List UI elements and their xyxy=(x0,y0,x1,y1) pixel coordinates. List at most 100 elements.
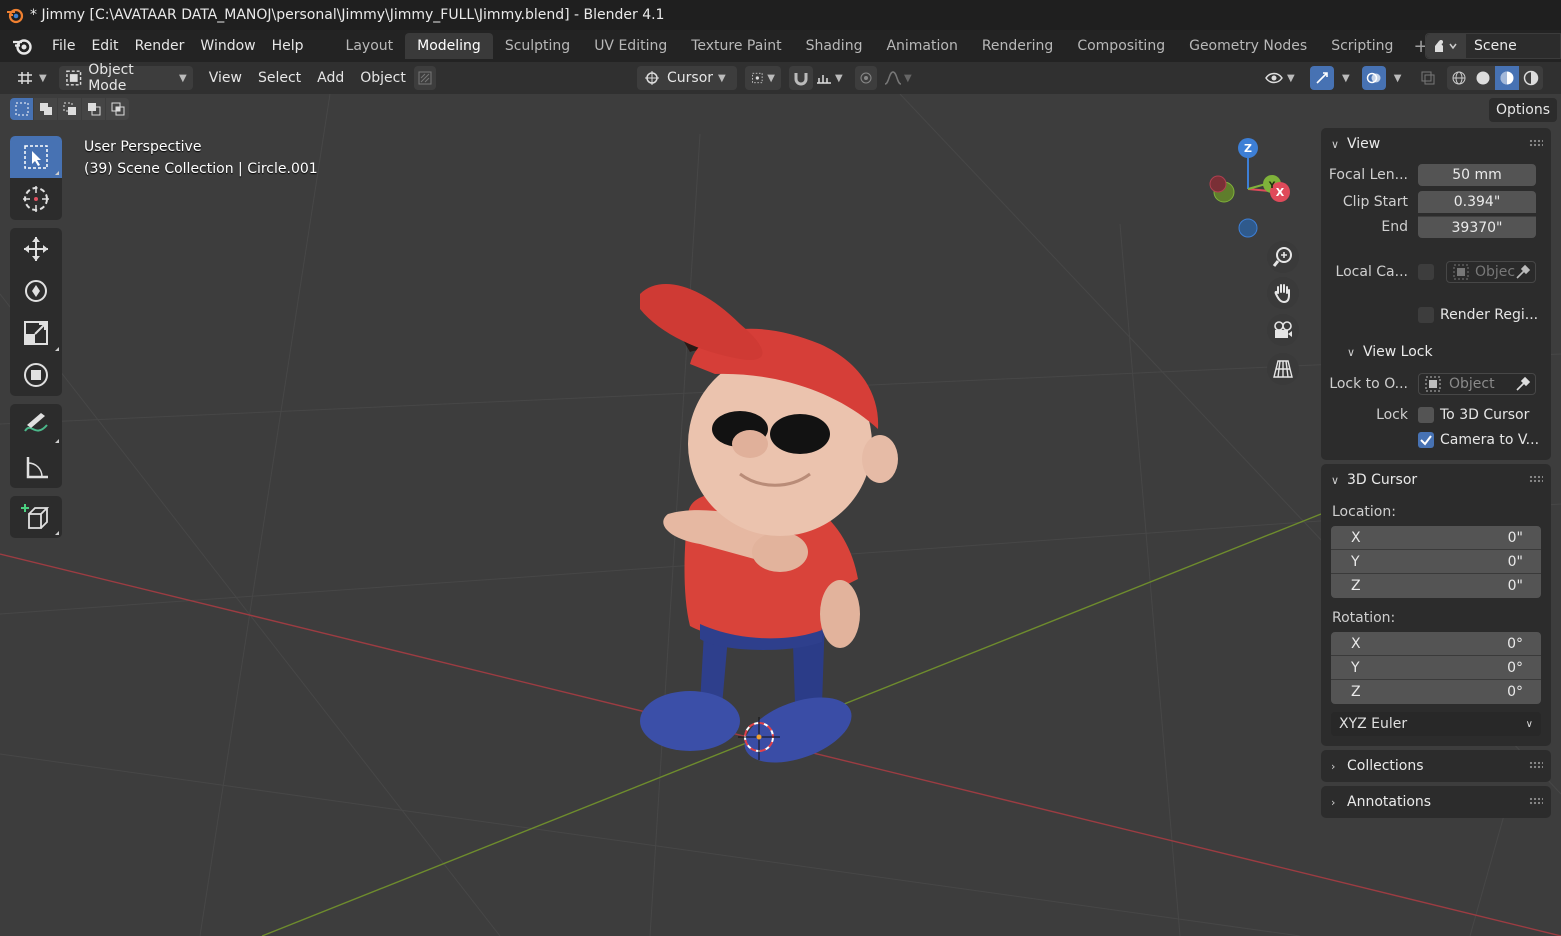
render-region-checkbox[interactable] xyxy=(1418,306,1434,323)
blender-menu-icon[interactable] xyxy=(12,35,34,57)
camera-view-button[interactable] xyxy=(1267,314,1299,346)
tab-sculpting[interactable]: Sculpting xyxy=(493,33,582,59)
tab-shading[interactable]: Shading xyxy=(794,33,875,59)
gizmo-neg-z[interactable] xyxy=(1238,218,1258,238)
options-button[interactable]: Options xyxy=(1488,98,1557,122)
collections-panel-header[interactable]: › Collections xyxy=(1321,750,1551,782)
xray-icon xyxy=(1421,71,1435,85)
menu-file[interactable]: File xyxy=(44,34,83,58)
eyedropper-icon[interactable] xyxy=(1515,264,1531,280)
menu-window[interactable]: Window xyxy=(192,34,263,58)
cursor-tool[interactable] xyxy=(10,178,62,220)
drag-handle-icon[interactable] xyxy=(1529,761,1543,769)
select-invert-mode-icon[interactable] xyxy=(82,98,105,120)
annotations-panel-header[interactable]: › Annotations xyxy=(1321,786,1551,818)
camera-to-view-checkbox[interactable] xyxy=(1418,431,1434,448)
tab-modeling[interactable]: Modeling xyxy=(405,33,493,59)
move-tool[interactable] xyxy=(10,228,62,270)
add-cube-tool[interactable] xyxy=(10,496,62,538)
tab-layout[interactable]: Layout xyxy=(334,33,406,59)
scene-selector[interactable]: Scene xyxy=(1425,33,1561,59)
tab-animation[interactable]: Animation xyxy=(874,33,969,59)
snap-target-button[interactable]: ▼ xyxy=(813,66,847,90)
clip-start-field[interactable]: 0.394" xyxy=(1418,190,1536,213)
tab-compositing[interactable]: Compositing xyxy=(1065,33,1177,59)
editor-type-button[interactable]: ▼ xyxy=(10,66,53,90)
rendered-shading-icon[interactable] xyxy=(1519,70,1543,86)
snap-toggle[interactable] xyxy=(789,66,813,90)
local-camera-checkbox[interactable] xyxy=(1418,263,1434,280)
transform-orientation-button[interactable]: ▼ xyxy=(745,66,781,90)
select-subtract-mode-icon[interactable] xyxy=(58,98,81,120)
select-box-mode-icon[interactable] xyxy=(10,98,33,120)
pan-button[interactable] xyxy=(1267,277,1299,309)
header-menu-select[interactable]: Select xyxy=(250,70,309,86)
annotations-panel: › Annotations xyxy=(1321,786,1551,818)
menu-render[interactable]: Render xyxy=(127,34,193,58)
rotation-y-field[interactable]: Y 0° xyxy=(1331,656,1541,680)
view-lock-header[interactable]: ∨ View Lock xyxy=(1321,335,1551,369)
scale-tool[interactable] xyxy=(10,312,62,354)
annotate-tool[interactable] xyxy=(10,404,62,446)
rotation-mode-value: XYZ Euler xyxy=(1339,716,1408,732)
tab-texture-paint[interactable]: Texture Paint xyxy=(679,33,793,59)
3d-cursor-panel-title: 3D Cursor xyxy=(1347,472,1418,488)
eyedropper-icon[interactable] xyxy=(1515,376,1531,392)
transform-icon xyxy=(24,363,48,387)
scene-name[interactable]: Scene xyxy=(1466,38,1517,54)
clip-end-field[interactable]: 39370" xyxy=(1418,215,1536,238)
axis-label: X xyxy=(1351,529,1361,546)
drag-handle-icon[interactable] xyxy=(1529,475,1543,483)
pivot-dropdown[interactable]: Cursor ▼ xyxy=(637,66,737,90)
measure-tool[interactable] xyxy=(10,446,62,488)
gizmo-icon xyxy=(1316,72,1328,84)
select-extend-mode-icon[interactable] xyxy=(34,98,57,120)
gizmo-toggle[interactable] xyxy=(1310,66,1334,90)
header-menu-view[interactable]: View xyxy=(201,70,250,86)
wireframe-shading-icon[interactable] xyxy=(1447,70,1471,86)
proportional-edit-toggle[interactable] xyxy=(855,66,877,90)
location-x-field[interactable]: X 0" xyxy=(1331,526,1541,550)
title-bar: * Jimmy [C:\AVATAAR DATA_MANOJ\personal\… xyxy=(0,0,1561,30)
tab-rendering[interactable]: Rendering xyxy=(970,33,1066,59)
rotation-z-field[interactable]: Z 0° xyxy=(1331,680,1541,704)
zoom-button[interactable] xyxy=(1267,241,1299,273)
material-shading-icon[interactable] xyxy=(1495,66,1520,90)
local-camera-field[interactable]: Objec xyxy=(1446,260,1536,283)
header-menu-object[interactable]: Object xyxy=(352,70,414,86)
location-z-field[interactable]: Z 0" xyxy=(1331,574,1541,598)
solid-shading-icon[interactable] xyxy=(1471,70,1495,86)
gizmo-neg-x[interactable] xyxy=(1209,175,1227,193)
tab-uv-editing[interactable]: UV Editing xyxy=(582,33,679,59)
menu-edit[interactable]: Edit xyxy=(83,34,126,58)
tab-geometry-nodes[interactable]: Geometry Nodes xyxy=(1177,33,1319,59)
rotate-tool[interactable] xyxy=(10,270,62,312)
lock-to-object-field[interactable]: Object xyxy=(1418,372,1536,395)
lock-to-cursor-checkbox[interactable] xyxy=(1418,406,1434,423)
perspective-toggle-button[interactable] xyxy=(1267,353,1299,385)
select-intersect-mode-icon[interactable] xyxy=(106,98,129,120)
3d-cursor-panel-header[interactable]: ∨ 3D Cursor xyxy=(1321,464,1551,496)
drag-handle-icon[interactable] xyxy=(1529,139,1543,147)
transform-tool[interactable] xyxy=(10,354,62,396)
object-mode-icon xyxy=(65,70,81,86)
visibility-button[interactable]: ▼ xyxy=(1264,70,1302,86)
rotation-x-field[interactable]: X 0° xyxy=(1331,632,1541,656)
pivot-label: Cursor xyxy=(667,70,714,86)
location-y-field[interactable]: Y 0" xyxy=(1331,550,1541,574)
menu-help[interactable]: Help xyxy=(264,34,312,58)
scene-icon[interactable] xyxy=(1426,34,1466,58)
rotation-mode-dropdown[interactable]: XYZ Euler ∨ xyxy=(1331,712,1541,736)
stripes-icon[interactable] xyxy=(413,66,436,90)
mode-dropdown[interactable]: Object Mode ▼ xyxy=(58,62,193,94)
falloff-icon[interactable]: ▼ xyxy=(883,70,915,86)
navigation-gizmo[interactable]: X Y Z xyxy=(1200,134,1310,244)
xray-toggle[interactable] xyxy=(1417,71,1439,85)
focal-length-field[interactable]: 50 mm xyxy=(1418,163,1536,186)
header-menu-add[interactable]: Add xyxy=(309,70,352,86)
tab-scripting[interactable]: Scripting xyxy=(1319,33,1405,59)
overlay-toggle[interactable] xyxy=(1361,66,1386,90)
drag-handle-icon[interactable] xyxy=(1529,797,1543,805)
select-box-tool[interactable] xyxy=(10,136,62,178)
view-panel-header[interactable]: ∨ View xyxy=(1321,128,1551,160)
